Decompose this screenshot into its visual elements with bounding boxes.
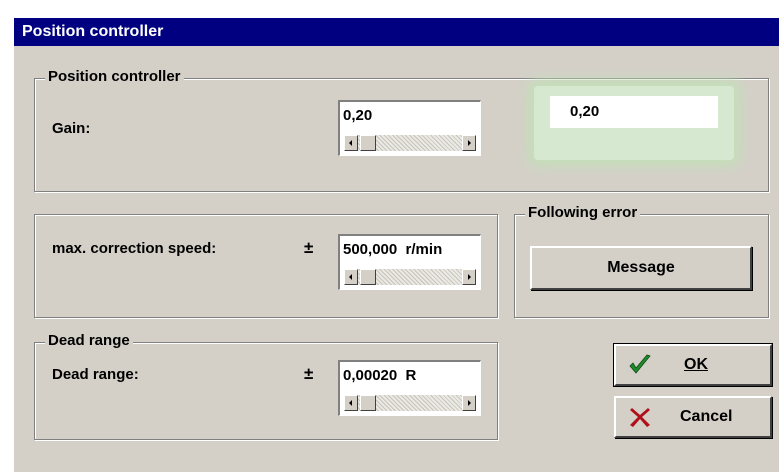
gain-input[interactable]: 0,20 <box>338 100 481 156</box>
cancel-button-label: Cancel <box>680 408 733 425</box>
correction-speed-scrollbar[interactable] <box>344 269 476 285</box>
correction-speed-scroll-right-button[interactable] <box>462 269 476 285</box>
dead-range-scroll-thumb[interactable] <box>360 395 376 411</box>
ok-button[interactable]: OK <box>613 343 773 387</box>
position-controller-group-title: Position controller <box>45 68 184 85</box>
dead-range-scroll-right-button[interactable] <box>462 395 476 411</box>
gain-value: 0,20 <box>343 107 373 124</box>
correction-speed-label: max. correction speed: <box>52 240 217 257</box>
dead-range-value: 0,00020 R <box>343 367 417 384</box>
correction-speed-input[interactable]: 500,000 r/min <box>338 234 481 290</box>
gain-label: Gain: <box>52 120 91 137</box>
dead-range-plus-minus: ± <box>304 364 314 383</box>
scroll-right-arrow-icon <box>468 140 471 146</box>
dead-range-scroll-left-button[interactable] <box>344 395 358 411</box>
scroll-right-arrow-icon <box>468 400 471 406</box>
correction-speed-value: 500,000 r/min <box>343 241 443 258</box>
correction-speed-scroll-thumb[interactable] <box>360 269 376 285</box>
dead-range-label: Dead range: <box>52 366 139 383</box>
gain-scroll-right-button[interactable] <box>462 135 476 151</box>
checkmark-icon <box>629 354 651 374</box>
message-button[interactable]: Message <box>530 246 752 290</box>
dead-range-scrollbar[interactable] <box>344 395 476 411</box>
gain-scroll-left-button[interactable] <box>344 135 358 151</box>
scroll-right-arrow-icon <box>468 274 471 280</box>
correction-speed-scroll-left-button[interactable] <box>344 269 358 285</box>
correction-speed-plus-minus: ± <box>304 238 314 257</box>
red-x-icon <box>630 408 650 427</box>
ok-button-label: OK <box>684 356 708 373</box>
dead-range-input[interactable]: 0,00020 R <box>338 360 481 416</box>
gain-readout: 0,20 <box>550 96 718 128</box>
message-button-label: Message <box>607 259 675 276</box>
following-error-group-title: Following error <box>525 204 641 221</box>
scroll-left-arrow-icon <box>349 400 352 406</box>
scroll-left-arrow-icon <box>349 274 352 280</box>
position-controller-dialog: Position controller Position controller … <box>14 18 779 472</box>
cancel-button[interactable]: Cancel <box>614 396 772 438</box>
scroll-left-arrow-icon <box>349 140 352 146</box>
gain-scroll-thumb[interactable] <box>360 135 376 151</box>
dialog-title: Position controller <box>22 23 164 40</box>
dialog-title-bar[interactable]: Position controller <box>14 18 779 46</box>
gain-scrollbar[interactable] <box>344 135 476 151</box>
dead-range-group-title: Dead range <box>45 332 133 349</box>
